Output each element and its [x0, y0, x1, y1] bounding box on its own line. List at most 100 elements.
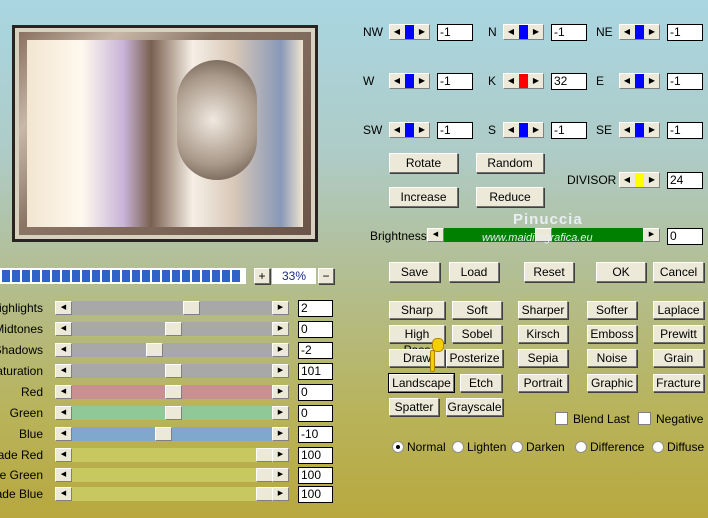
filter-softer-button[interactable]: Softer — [587, 301, 637, 319]
filter-grayscale-button[interactable]: Grayscale — [446, 398, 503, 416]
filter-spatter-button[interactable]: Spatter — [389, 398, 439, 416]
highlights-slider[interactable]: ◀ ▶ — [55, 301, 289, 315]
arrow-left-icon[interactable]: ◀ — [504, 123, 518, 137]
arrow-right-icon[interactable]: ▶ — [272, 487, 289, 501]
filter-sepia-button[interactable]: Sepia — [518, 349, 568, 367]
kernel-ne-input[interactable]: -1 — [667, 24, 703, 41]
zoom-out-button[interactable]: − — [318, 268, 334, 284]
kernel-se-input[interactable]: -1 — [667, 122, 703, 139]
arrow-left-icon[interactable]: ◀ — [55, 343, 72, 357]
kernel-e-input[interactable]: -1 — [667, 73, 703, 90]
arrow-left-icon[interactable]: ◀ — [55, 427, 72, 441]
arrow-right-icon[interactable]: ▶ — [645, 74, 659, 88]
slider-thumb[interactable] — [256, 448, 273, 462]
mode-difference-radio[interactable] — [575, 441, 587, 453]
ok-button[interactable]: OK — [596, 262, 646, 282]
kernel-sw-input[interactable]: -1 — [437, 122, 473, 139]
arrow-left-icon[interactable]: ◀ — [620, 25, 634, 39]
kernel-n-input[interactable]: -1 — [551, 24, 587, 41]
kernel-nw-input[interactable]: -1 — [437, 24, 473, 41]
negative-checkbox[interactable] — [638, 412, 651, 425]
slider-thumb[interactable] — [165, 385, 182, 399]
reset-button[interactable]: Reset — [524, 262, 574, 282]
fade-green-slider[interactable]: ◀ ▶ — [55, 468, 289, 482]
filter-posterize-button[interactable]: Posterize — [446, 349, 503, 367]
midtones-input[interactable]: 0 — [298, 321, 333, 338]
fade-green-input[interactable]: 100 — [298, 467, 333, 484]
arrow-left-icon[interactable]: ◀ — [620, 74, 634, 88]
red-input[interactable]: 0 — [298, 384, 333, 401]
shadows-slider[interactable]: ◀ ▶ — [55, 343, 289, 357]
arrow-left-icon[interactable]: ◀ — [620, 123, 634, 137]
save-button[interactable]: Save — [389, 262, 440, 282]
arrow-right-icon[interactable]: ▶ — [415, 74, 429, 88]
kernel-e-slider[interactable]: ◀ ▶ — [619, 73, 660, 89]
highlights-input[interactable]: 2 — [298, 300, 333, 317]
arrow-right-icon[interactable]: ▶ — [645, 123, 659, 137]
mode-normal-radio[interactable] — [392, 441, 404, 453]
filter-fracture-button[interactable]: Fracture — [653, 374, 704, 392]
filter-graphic-button[interactable]: Graphic — [587, 374, 637, 392]
arrow-right-icon[interactable]: ▶ — [643, 228, 660, 242]
arrow-right-icon[interactable]: ▶ — [529, 74, 543, 88]
arrow-left-icon[interactable]: ◀ — [427, 228, 444, 242]
arrow-left-icon[interactable]: ◀ — [390, 74, 404, 88]
blue-slider[interactable]: ◀ ▶ — [55, 427, 289, 441]
arrow-right-icon[interactable]: ▶ — [529, 25, 543, 39]
zoom-in-button[interactable]: + — [254, 268, 270, 284]
kernel-s-slider[interactable]: ◀ ▶ — [503, 122, 544, 138]
arrow-right-icon[interactable]: ▶ — [272, 322, 289, 336]
filter-emboss-button[interactable]: Emboss — [587, 325, 637, 343]
filter-noise-button[interactable]: Noise — [587, 349, 637, 367]
blue-input[interactable]: -10 — [298, 426, 333, 443]
saturation-slider[interactable]: ◀ ▶ — [55, 364, 289, 378]
divisor-slider[interactable]: ◀ ▶ — [619, 172, 660, 188]
shadows-input[interactable]: -2 — [298, 342, 333, 359]
arrow-right-icon[interactable]: ▶ — [415, 123, 429, 137]
filter-kirsch-button[interactable]: Kirsch — [518, 325, 568, 343]
blend-last-checkbox[interactable] — [555, 412, 568, 425]
arrow-right-icon[interactable]: ▶ — [272, 301, 289, 315]
kernel-k-slider[interactable]: ◀ ▶ — [503, 73, 544, 89]
filter-sharp-button[interactable]: Sharp — [389, 301, 445, 319]
slider-thumb[interactable] — [256, 487, 273, 501]
arrow-left-icon[interactable]: ◀ — [390, 25, 404, 39]
filter-laplace-button[interactable]: Laplace — [653, 301, 704, 319]
arrow-left-icon[interactable]: ◀ — [55, 385, 72, 399]
saturation-input[interactable]: 101 — [298, 363, 333, 380]
filter-portrait-button[interactable]: Portrait — [518, 374, 568, 392]
arrow-right-icon[interactable]: ▶ — [645, 25, 659, 39]
reduce-button[interactable]: Reduce — [476, 187, 544, 207]
filter-sobel-button[interactable]: Sobel — [452, 325, 502, 343]
random-button[interactable]: Random — [476, 153, 544, 173]
arrow-right-icon[interactable]: ▶ — [272, 468, 289, 482]
arrow-left-icon[interactable]: ◀ — [55, 364, 72, 378]
fade-red-input[interactable]: 100 — [298, 447, 333, 464]
mode-diffuse-radio[interactable] — [652, 441, 664, 453]
arrow-left-icon[interactable]: ◀ — [504, 74, 518, 88]
green-input[interactable]: 0 — [298, 405, 333, 422]
slider-thumb[interactable] — [155, 427, 172, 441]
arrow-right-icon[interactable]: ▶ — [272, 343, 289, 357]
arrow-left-icon[interactable]: ◀ — [55, 406, 72, 420]
slider-thumb[interactable] — [146, 343, 163, 357]
arrow-right-icon[interactable]: ▶ — [272, 406, 289, 420]
green-slider[interactable]: ◀ ▶ — [55, 406, 289, 420]
arrow-left-icon[interactable]: ◀ — [55, 468, 72, 482]
filter-landscape-button[interactable]: Landscape — [388, 373, 455, 393]
kernel-n-slider[interactable]: ◀ ▶ — [503, 24, 544, 40]
mode-lighten-radio[interactable] — [452, 441, 464, 453]
kernel-se-slider[interactable]: ◀ ▶ — [619, 122, 660, 138]
red-slider[interactable]: ◀ ▶ — [55, 385, 289, 399]
arrow-right-icon[interactable]: ▶ — [272, 364, 289, 378]
brightness-input[interactable]: 0 — [667, 228, 703, 245]
kernel-w-input[interactable]: -1 — [437, 73, 473, 90]
arrow-left-icon[interactable]: ◀ — [620, 173, 634, 187]
slider-thumb[interactable] — [165, 406, 182, 420]
midtones-slider[interactable]: ◀ ▶ — [55, 322, 289, 336]
slider-thumb[interactable] — [165, 322, 182, 336]
load-button[interactable]: Load — [449, 262, 499, 282]
slider-thumb[interactable] — [165, 364, 182, 378]
arrow-left-icon[interactable]: ◀ — [55, 448, 72, 462]
filter-soft-button[interactable]: Soft — [452, 301, 502, 319]
